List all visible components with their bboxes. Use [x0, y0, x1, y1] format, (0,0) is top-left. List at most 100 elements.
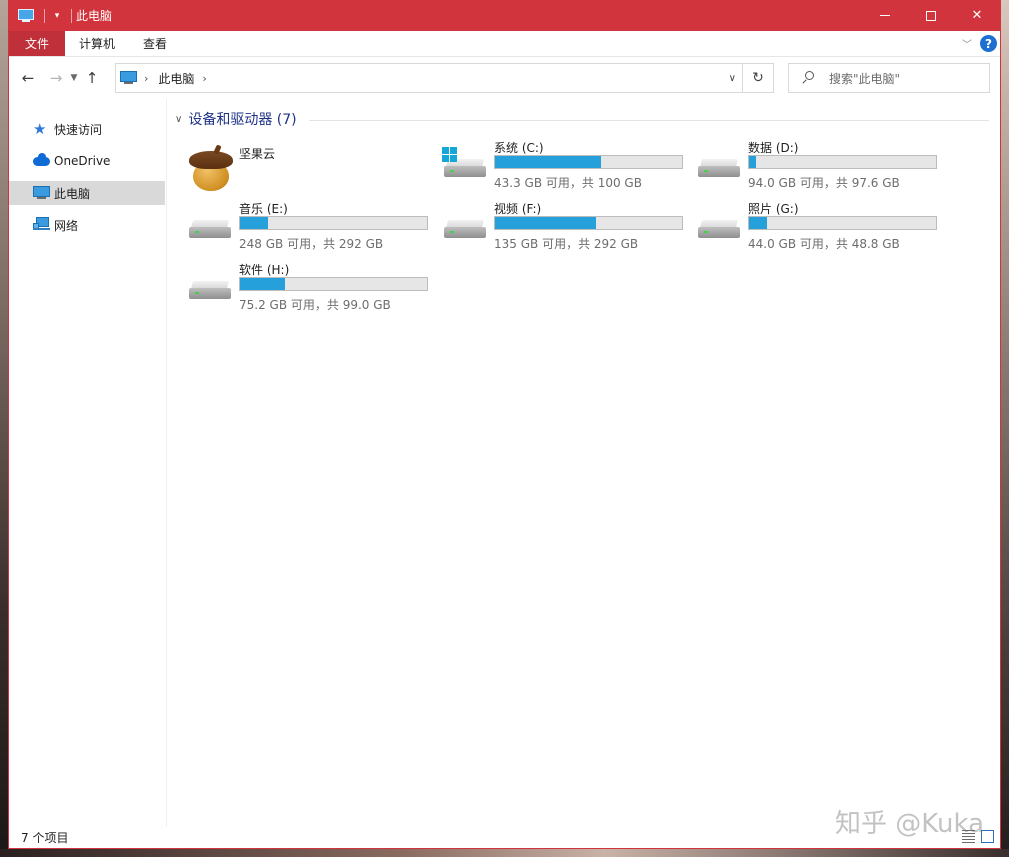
explorer-body: ★ 快速访问 OneDrive 此电脑 网络 ∨ 设备和驱动器 (7) 坚果云 …: [9, 99, 1000, 827]
forward-arrow-icon[interactable]: →: [45, 69, 67, 87]
group-divider: [309, 120, 989, 121]
item-count: 7 个项目: [21, 831, 69, 845]
drive-usage-bar: [239, 216, 428, 230]
drive-name: 音乐 (E:): [239, 202, 288, 216]
title-separator: [71, 8, 72, 23]
tab-view[interactable]: 查看: [129, 31, 181, 56]
acorn-icon: [187, 144, 233, 191]
refresh-icon: ↻: [752, 70, 764, 86]
search-placeholder: 搜索"此电脑": [829, 71, 901, 86]
file-explorer-window: ▾ 此电脑 ✕ 文件 计算机 查看 ﹀ ? ← → ▼ ↑ › 此电脑 › ∨ …: [8, 0, 1001, 849]
back-arrow-icon[interactable]: ←: [17, 69, 39, 87]
address-dropdown-icon[interactable]: ∨: [729, 73, 736, 84]
drive-icon: [696, 145, 742, 185]
sidebar-item-network[interactable]: 网络: [9, 213, 165, 237]
drive-name: 系统 (C:): [494, 141, 544, 155]
drive-usage-fill: [495, 156, 602, 168]
quick-access-toolbar-dropdown-icon[interactable]: ▾: [51, 11, 63, 21]
drive-usage-bar: [748, 216, 937, 230]
drive-usage-fill: [240, 217, 269, 229]
tab-computer[interactable]: 计算机: [65, 31, 129, 56]
refresh-button[interactable]: ↻: [743, 63, 774, 93]
sidebar-item-onedrive[interactable]: OneDrive: [9, 149, 165, 173]
tab-file[interactable]: 文件: [9, 31, 65, 56]
maximize-button[interactable]: [908, 0, 954, 31]
sidebar-item-label: 此电脑: [54, 186, 91, 201]
minimize-icon: [880, 15, 890, 16]
window-title: 此电脑: [76, 9, 113, 23]
expand-ribbon-chevron-icon[interactable]: ﹀: [962, 36, 972, 51]
drive-usage-bar: [494, 155, 683, 169]
maximize-icon: [926, 10, 936, 21]
network-icon: [33, 217, 51, 233]
up-arrow-icon[interactable]: ↑: [81, 69, 103, 87]
drive-f[interactable]: 视频 (F:) 135 GB 可用，共 292 GB: [442, 200, 692, 256]
large-icons-view-icon[interactable]: [981, 830, 994, 843]
title-bar[interactable]: ▾ 此电脑 ✕: [9, 0, 1000, 31]
computer-icon: [33, 185, 51, 201]
drive-free-space: 44.0 GB 可用，共 48.8 GB: [748, 237, 900, 251]
drive-free-space: 248 GB 可用，共 292 GB: [239, 237, 384, 251]
ribbon-tabs: 文件 计算机 查看 ﹀ ?: [9, 31, 1000, 57]
drive-icon: [696, 206, 742, 246]
group-header-devices[interactable]: ∨ 设备和驱动器 (7): [175, 109, 297, 129]
content-pane: ∨ 设备和驱动器 (7) 坚果云 系统 (C:) 43.3 GB 可用，共 10…: [169, 99, 1000, 827]
windows-drive-icon: [442, 145, 488, 185]
item-name: 坚果云: [239, 147, 276, 161]
drive-name: 软件 (H:): [239, 263, 290, 277]
computer-icon: [120, 71, 138, 85]
drive-free-space: 43.3 GB 可用，共 100 GB: [494, 176, 642, 190]
search-icon: [801, 71, 815, 85]
sidebar-item-label: 网络: [54, 218, 79, 233]
close-icon: ✕: [971, 8, 983, 23]
address-bar[interactable]: › 此电脑 › ∨: [115, 63, 743, 93]
drive-name: 照片 (G:): [748, 202, 799, 216]
drive-usage-fill: [240, 278, 285, 290]
breadcrumb-chevron-icon[interactable]: ›: [202, 72, 206, 85]
drive-usage-fill: [495, 217, 596, 229]
help-icon[interactable]: ?: [980, 35, 997, 52]
drive-e[interactable]: 音乐 (E:) 248 GB 可用，共 292 GB: [187, 200, 437, 256]
search-input[interactable]: 搜索"此电脑": [788, 63, 990, 93]
sidebar-item-label: OneDrive: [54, 154, 111, 168]
drive-free-space: 135 GB 可用，共 292 GB: [494, 237, 639, 251]
star-icon: ★: [33, 120, 47, 138]
minimize-button[interactable]: [862, 0, 908, 31]
sidebar-item-this-pc[interactable]: 此电脑: [9, 181, 165, 205]
breadcrumb-this-pc[interactable]: 此电脑: [158, 70, 194, 87]
breadcrumb-chevron-icon[interactable]: ›: [144, 72, 148, 85]
drive-free-space: 94.0 GB 可用，共 97.6 GB: [748, 176, 900, 190]
drive-usage-fill: [749, 217, 768, 229]
drive-name: 视频 (F:): [494, 202, 542, 216]
drive-c[interactable]: 系统 (C:) 43.3 GB 可用，共 100 GB: [442, 139, 692, 195]
drive-g[interactable]: 照片 (G:) 44.0 GB 可用，共 48.8 GB: [696, 200, 946, 256]
drive-usage-bar: [748, 155, 937, 169]
drive-icon: [442, 206, 488, 246]
this-pc-icon: [18, 8, 36, 23]
title-separator: [44, 8, 45, 23]
group-title: 设备和驱动器 (7): [188, 112, 297, 128]
sidebar-item-label: 快速访问: [54, 122, 103, 137]
drive-usage-bar: [494, 216, 683, 230]
status-bar: 7 个项目 知乎 @Kuka: [9, 809, 1000, 848]
drive-h[interactable]: 软件 (H:) 75.2 GB 可用，共 99.0 GB: [187, 261, 437, 317]
details-view-icon[interactable]: [962, 830, 975, 843]
desktop-background-left: [0, 0, 8, 857]
drive-icon: [187, 267, 233, 307]
drive-icon: [187, 206, 233, 246]
drive-usage-bar: [239, 277, 428, 291]
drive-d[interactable]: 数据 (D:) 94.0 GB 可用，共 97.6 GB: [696, 139, 946, 195]
item-jianguoyun[interactable]: 坚果云: [187, 139, 437, 195]
drive-usage-fill: [749, 156, 756, 168]
desktop-background-right: [1001, 0, 1009, 857]
close-button[interactable]: ✕: [954, 0, 1000, 31]
navigation-bar: ← → ▼ ↑ › 此电脑 › ∨ ↻ 搜索"此电脑": [9, 57, 1000, 99]
drive-name: 数据 (D:): [748, 141, 799, 155]
desktop-background-bottom: [0, 849, 1009, 857]
sidebar-item-quick-access[interactable]: ★ 快速访问: [9, 117, 165, 141]
drive-free-space: 75.2 GB 可用，共 99.0 GB: [239, 298, 391, 312]
navigation-pane: ★ 快速访问 OneDrive 此电脑 网络: [9, 99, 167, 827]
cloud-icon: [33, 153, 51, 169]
collapse-chevron-icon[interactable]: ∨: [175, 114, 182, 125]
recent-locations-chevron-icon[interactable]: ▼: [67, 73, 81, 83]
